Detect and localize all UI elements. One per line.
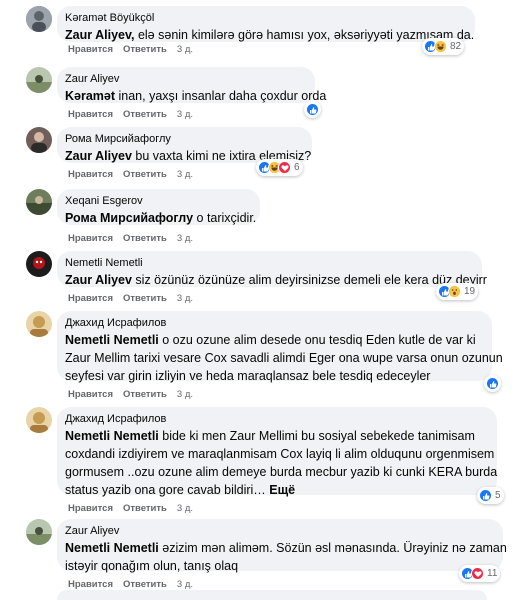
reaction-count: 6 xyxy=(294,162,300,173)
like-button[interactable]: Нравится xyxy=(68,293,113,304)
comment-actions: Нравится Ответить 3 д. xyxy=(68,293,193,304)
mention-link[interactable]: Nemetli Nemetli xyxy=(65,429,159,443)
comment-actions: Нравится Ответить 3 д. xyxy=(68,503,193,514)
timestamp[interactable]: 3 д. xyxy=(177,579,193,590)
comment-actions: Нравится Ответить 3 д. xyxy=(68,169,193,180)
reaction-count: 82 xyxy=(450,41,462,52)
reaction-summary[interactable]: 5 xyxy=(477,487,504,504)
reply-button[interactable]: Ответить xyxy=(123,44,167,55)
comment-thread: Kəramət Böyükçöl Zaur Aliyev, elə sənin … xyxy=(0,0,515,600)
reaction-count: 11 xyxy=(487,568,498,579)
comment-text: inan, yaxşı insanlar daha çoxdur orda xyxy=(115,89,327,103)
comment-actions: Нравится Ответить 3 д. xyxy=(68,109,193,120)
mention-link[interactable]: Nemetli Nemetli xyxy=(65,333,159,347)
timestamp[interactable]: 3 д. xyxy=(177,293,193,304)
avatar[interactable] xyxy=(26,519,52,545)
comment-bubble: Xeqani Esgerov Рома Мирсийафоглу o tarix… xyxy=(57,189,260,225)
reaction-summary[interactable]: 19 xyxy=(436,283,479,300)
comment-bubble: Джахид Исрафилов Nemetli Nemetli bide ki… xyxy=(57,407,498,497)
comment-actions: Нравится Ответить 3 д. xyxy=(68,579,193,590)
comment-bubble: Nemetli Nemetli Zaur Aliyev siz özünüz ö… xyxy=(57,251,487,287)
love-reaction-icon xyxy=(278,161,291,174)
comment-bubble: Джахид Исрафилов Nemetli Nemetli o ozu o… xyxy=(57,311,503,383)
timestamp[interactable]: 3 д. xyxy=(177,503,193,514)
like-button[interactable]: Нравится xyxy=(68,169,113,180)
comment-actions: Нравится Ответить 3 д. xyxy=(68,389,193,400)
see-more-link[interactable]: Ещё xyxy=(266,483,295,497)
like-button[interactable]: Нравится xyxy=(68,109,113,120)
like-button[interactable]: Нравится xyxy=(68,233,113,244)
comment-bubble: Zaur Aliyev Nemetli Nemetli əzizim mən a… xyxy=(57,519,507,573)
comment-author[interactable]: Zaur Aliyev xyxy=(65,524,493,539)
mention-link[interactable]: Zaur Aliyev xyxy=(65,273,132,287)
reply-button[interactable]: Ответить xyxy=(123,233,167,244)
comment-author[interactable]: Джахид Исрафилов xyxy=(65,412,487,427)
comment-author[interactable]: Рома Мирсийафоглу xyxy=(65,132,302,147)
reaction-summary[interactable]: 82 xyxy=(422,38,465,55)
comment-text: o tarixçidir. xyxy=(193,211,257,225)
comment-author[interactable]: Kəramət Böyükçöl xyxy=(65,11,465,26)
comment-text: istəyir qonağım olun, tanış olaq xyxy=(65,559,239,573)
comment-text: status yazib ona gore cavab bildiri… xyxy=(65,483,266,497)
avatar[interactable] xyxy=(26,311,52,337)
comment-actions: Нравится Ответить 3 д. xyxy=(68,44,193,55)
reply-button[interactable]: Ответить xyxy=(123,389,167,400)
comment-text: o ozu ozune alim desede onu tesdiq Eden … xyxy=(158,333,476,347)
comment-bubble: Рома Мирсийафоглу Zaur Aliyev bu vaxta k… xyxy=(57,127,312,163)
timestamp[interactable]: 3 д. xyxy=(177,233,193,244)
like-reaction-icon xyxy=(486,377,499,390)
comment-actions: Нравится Ответить 3 д. xyxy=(68,233,193,244)
like-button[interactable]: Нравится xyxy=(68,579,113,590)
mention-link[interactable]: Zaur Aliyev, xyxy=(65,28,134,42)
avatar[interactable] xyxy=(26,67,52,93)
like-button[interactable]: Нравится xyxy=(68,44,113,55)
comment-text: gormusem ..ozu ozune alim demeye burda m… xyxy=(65,465,498,479)
reply-button[interactable]: Ответить xyxy=(123,169,167,180)
comment-text: coxdandi izdiyirem ve maraqlanmisam Cox … xyxy=(65,447,495,461)
mention-link[interactable]: Zaur Aliyev xyxy=(65,149,132,163)
comment-bubble: Kəramət Böyükçöl Zaur Aliyev, elə sənin … xyxy=(57,6,475,42)
mention-link[interactable]: Nemetli Nemetli xyxy=(65,541,159,555)
avatar[interactable] xyxy=(26,251,52,277)
like-button[interactable]: Нравится xyxy=(68,389,113,400)
avatar[interactable] xyxy=(26,407,52,433)
avatar[interactable] xyxy=(26,6,52,32)
like-reaction-icon xyxy=(306,103,319,116)
wow-reaction-icon xyxy=(448,285,461,298)
mention-link[interactable]: Рома Мирсийафоглу xyxy=(65,211,193,225)
reaction-summary[interactable]: 6 xyxy=(256,159,303,176)
comment-text: əzizim mən aliməm. Sözün əsl mənasında. … xyxy=(158,541,507,555)
comment-author[interactable]: Zaur Aliyev xyxy=(65,72,305,87)
like-button[interactable]: Нравится xyxy=(68,503,113,514)
reaction-count: 5 xyxy=(495,490,501,501)
mention-link[interactable]: Kəramət xyxy=(65,89,115,103)
reaction-summary[interactable] xyxy=(484,375,501,392)
avatar[interactable] xyxy=(26,189,52,215)
avatar[interactable] xyxy=(26,127,52,153)
reaction-summary[interactable] xyxy=(304,101,321,118)
comment-text: siz özünüz özünüze alim deyirsinizse dem… xyxy=(131,273,487,287)
haha-reaction-icon xyxy=(434,40,447,53)
comment-text: Zaur Mellim tarixi vesare Cox savadli al… xyxy=(65,351,503,365)
comment-author[interactable]: Джахид Исрафилов xyxy=(65,316,482,331)
timestamp[interactable]: 3 д. xyxy=(177,44,193,55)
comment-text: seyfesi var girin izliyin ve heda maraql… xyxy=(65,369,431,383)
comment-text: bide ki men Zaur Mellimi bu sosiyal sebe… xyxy=(158,429,475,443)
comment-author[interactable]: Xeqani Esgerov xyxy=(65,194,250,209)
timestamp[interactable]: 3 д. xyxy=(177,389,193,400)
reply-button[interactable]: Ответить xyxy=(123,109,167,120)
reply-button[interactable]: Ответить xyxy=(123,293,167,304)
reaction-summary[interactable]: 11 xyxy=(459,565,501,582)
next-comment-bubble xyxy=(57,590,487,600)
love-reaction-icon xyxy=(471,567,484,580)
comment-author[interactable]: Nemetli Nemetli xyxy=(65,256,472,271)
like-reaction-icon xyxy=(479,489,492,502)
reaction-count: 19 xyxy=(464,286,476,297)
timestamp[interactable]: 3 д. xyxy=(177,169,193,180)
comment-bubble: Zaur Aliyev Kəramət inan, yaxşı insanlar… xyxy=(57,67,326,103)
reply-button[interactable]: Ответить xyxy=(123,503,167,514)
reply-button[interactable]: Ответить xyxy=(123,579,167,590)
timestamp[interactable]: 3 д. xyxy=(177,109,193,120)
